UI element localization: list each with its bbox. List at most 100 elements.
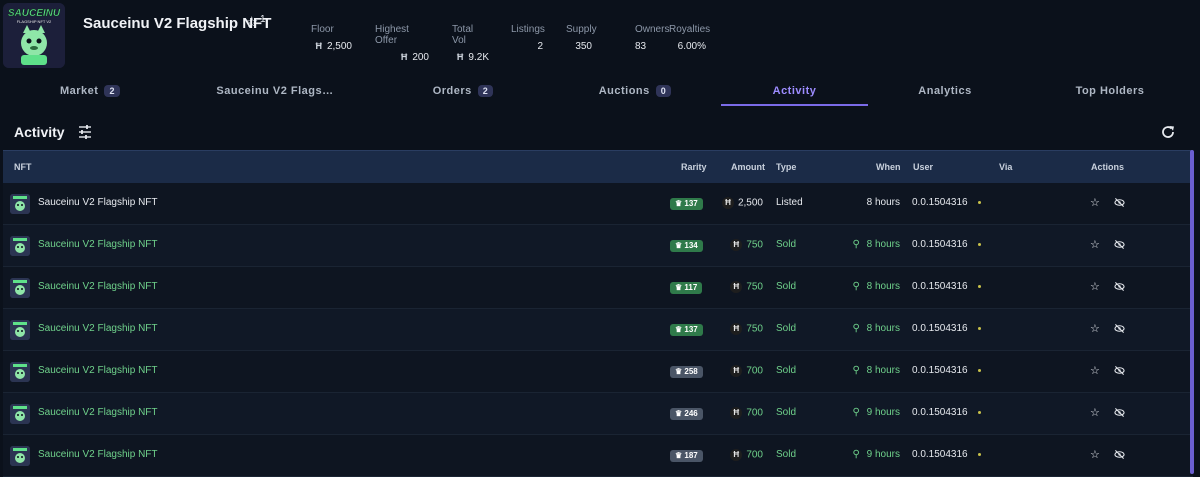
table-row[interactable]: Sauceinu V2 Flagship NFT ♛ 134 Ħ 750 Sold ⚲ 8…	[3, 225, 1193, 267]
search-icon[interactable]: ⚲	[853, 239, 863, 250]
favorite-star-icon[interactable]: ☆	[245, 13, 258, 31]
trophy-icon: ♛	[675, 451, 685, 460]
eye-off-icon[interactable]	[1114, 281, 1125, 292]
favorite-count: 1	[260, 14, 266, 25]
col-via[interactable]: Via	[999, 162, 1012, 172]
star-icon[interactable]: ☆	[1090, 322, 1100, 335]
hbar-icon: Ħ	[400, 52, 408, 62]
stat-value-text: 6.00%	[677, 41, 706, 52]
hbar-icon: Ħ	[730, 239, 743, 251]
stat-value: 6.00%	[669, 41, 706, 52]
nft-thumbnail[interactable]	[10, 194, 30, 214]
search-icon[interactable]: ⚲	[853, 281, 863, 292]
nft-name[interactable]: Sauceinu V2 Flagship NFT	[38, 239, 158, 250]
nft-thumbnail[interactable]	[10, 320, 30, 340]
rarity-badge: ♛ 117	[670, 282, 703, 294]
eye-off-icon[interactable]	[1114, 365, 1125, 376]
tab-sauceinu-v2-flags[interactable]: Sauceinu V2 Flags…	[185, 80, 365, 106]
col-type[interactable]: Type	[776, 162, 796, 172]
star-icon[interactable]: ☆	[1090, 448, 1100, 461]
when-value: 8 hours	[866, 365, 900, 376]
stat-owners: Owners 83	[635, 24, 669, 52]
nft-name[interactable]: Sauceinu V2 Flagship NFT	[38, 365, 158, 376]
col-user[interactable]: User	[913, 162, 933, 172]
sliders-icon[interactable]	[77, 124, 93, 140]
eye-off-icon[interactable]	[1114, 407, 1125, 418]
rarity-badge: ♛ 137	[670, 324, 703, 336]
user-account[interactable]: 0.0.1504316	[912, 197, 968, 208]
activity-type: Sold	[776, 365, 797, 376]
star-icon[interactable]: ☆	[1090, 406, 1100, 419]
tab-analytics[interactable]: Analytics	[870, 80, 1020, 106]
tab-top-holders[interactable]: Top Holders	[1040, 80, 1180, 106]
tab-label: Auctions	[598, 85, 650, 97]
nft-thumbnail[interactable]	[10, 278, 30, 298]
amount: Ħ 700	[730, 407, 763, 419]
nft-thumbnail[interactable]	[10, 236, 30, 256]
eye-off-icon[interactable]	[1114, 449, 1125, 460]
col-nft[interactable]: NFT	[14, 162, 32, 172]
star-icon[interactable]: ☆	[1090, 280, 1100, 293]
stat-value-text: 200	[412, 52, 429, 63]
scrollbar[interactable]	[1190, 150, 1194, 474]
nft-thumbnail[interactable]	[10, 404, 30, 424]
status-dot	[978, 327, 981, 330]
star-icon[interactable]: ☆	[1090, 364, 1100, 377]
stat-value-text: 83	[635, 41, 647, 52]
user-account[interactable]: 0.0.1504316	[912, 365, 968, 376]
sauceinu-logo-icon: SAUCEINU FLAGSHIP NFT V2	[3, 3, 65, 68]
tab-auctions[interactable]: Auctions 0	[570, 80, 700, 106]
table-row[interactable]: Sauceinu V2 Flagship NFT ♛ 258 Ħ 700 Sold ⚲ 8…	[3, 351, 1193, 393]
amount-value: 750	[746, 239, 763, 251]
table-row[interactable]: Sauceinu V2 Flagship NFT ♛ 117 Ħ 750 Sold ⚲ 8…	[3, 267, 1193, 309]
tab-activity[interactable]: Activity	[721, 80, 868, 106]
stat-royalties: Royalties 6.00%	[669, 24, 710, 52]
refresh-icon[interactable]	[1160, 124, 1176, 140]
nft-thumbnail[interactable]	[10, 446, 30, 466]
nft-name[interactable]: Sauceinu V2 Flagship NFT	[38, 281, 158, 292]
trophy-icon: ♛	[675, 241, 685, 250]
trophy-icon: ♛	[675, 367, 685, 376]
nft-thumbnail[interactable]	[10, 362, 30, 382]
search-icon[interactable]: ⚲	[853, 449, 863, 460]
rarity-badge: ♛ 187	[670, 450, 703, 462]
table-row[interactable]: Sauceinu V2 Flagship NFT ♛ 246 Ħ 700 Sold ⚲ 9…	[3, 393, 1193, 435]
tab-label: Sauceinu V2 Flags…	[216, 85, 334, 97]
trophy-icon: ♛	[675, 199, 685, 208]
stat-value: Ħ 9.2K	[452, 52, 489, 63]
table-row[interactable]: Sauceinu V2 Flagship NFT ♛ 187 Ħ 700 Sold ⚲ 9…	[3, 435, 1193, 477]
eye-off-icon[interactable]	[1114, 197, 1125, 208]
amount-value: 700	[746, 407, 763, 419]
table-row[interactable]: Sauceinu V2 Flagship NFT ♛ 137 Ħ 750 Sold ⚲ 8…	[3, 309, 1193, 351]
table-row[interactable]: Sauceinu V2 Flagship NFT ♛ 137 Ħ 2,500 Liste…	[3, 183, 1193, 225]
search-icon[interactable]: ⚲	[853, 407, 863, 418]
amount: Ħ 2,500	[721, 197, 763, 209]
collection-header: SAUCEINU FLAGSHIP NFT V2 Sauceinu V2 Fla…	[0, 0, 1200, 72]
stat-floor: Floor Ħ 2,500	[311, 24, 352, 52]
col-when[interactable]: When	[876, 162, 901, 172]
star-icon[interactable]: ☆	[1090, 196, 1100, 209]
nft-name[interactable]: Sauceinu V2 Flagship NFT	[38, 323, 158, 334]
search-icon[interactable]: ⚲	[853, 323, 863, 334]
status-dot	[978, 201, 981, 204]
status-dot	[978, 411, 981, 414]
collection-logo[interactable]: SAUCEINU FLAGSHIP NFT V2	[3, 3, 65, 68]
tab-market[interactable]: Market 2	[20, 80, 160, 106]
user-account[interactable]: 0.0.1504316	[912, 323, 968, 334]
user-account[interactable]: 0.0.1504316	[912, 281, 968, 292]
nft-name[interactable]: Sauceinu V2 Flagship NFT	[38, 449, 158, 460]
search-icon[interactable]: ⚲	[853, 365, 863, 376]
table-header: NFT Rarity Amount Type When User Via Act…	[3, 150, 1193, 183]
nft-name[interactable]: Sauceinu V2 Flagship NFT	[38, 197, 158, 208]
star-icon[interactable]: ☆	[1090, 238, 1100, 251]
user-account[interactable]: 0.0.1504316	[912, 407, 968, 418]
eye-off-icon[interactable]	[1114, 323, 1125, 334]
user-account[interactable]: 0.0.1504316	[912, 449, 968, 460]
rarity-badge: ♛ 258	[670, 366, 703, 378]
col-amount[interactable]: Amount	[731, 162, 765, 172]
tab-orders[interactable]: Orders 2	[388, 80, 538, 106]
col-rarity[interactable]: Rarity	[681, 162, 707, 172]
user-account[interactable]: 0.0.1504316	[912, 239, 968, 250]
eye-off-icon[interactable]	[1114, 239, 1125, 250]
nft-name[interactable]: Sauceinu V2 Flagship NFT	[38, 407, 158, 418]
